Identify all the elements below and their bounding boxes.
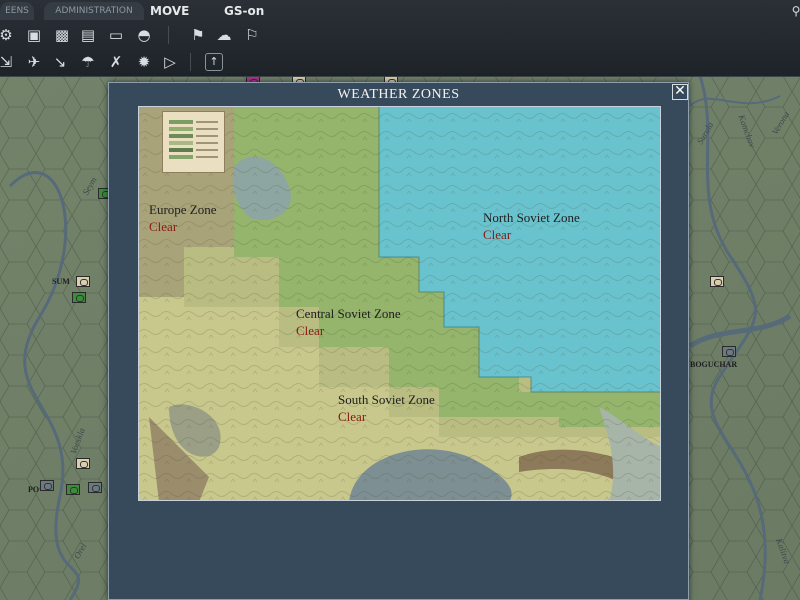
- city-label-sum: SUM: [52, 277, 70, 286]
- zone-central-soviet[interactable]: Central Soviet Zone Clear: [296, 305, 401, 339]
- tab-gs-on[interactable]: GS-on: [224, 2, 264, 20]
- unit-counter[interactable]: [88, 482, 102, 493]
- weather-zones-dialog: WEATHER ZONES ✕ Europe Zone Clear North …: [108, 82, 689, 600]
- toolbar-row-2: ⇲ ✈ ↘ ☂ ✗ ✹ ▷ ↑: [0, 49, 800, 75]
- air-icon[interactable]: ✈: [24, 52, 44, 72]
- settings-icon[interactable]: ⚙: [0, 25, 16, 45]
- hq-icon[interactable]: ◓: [134, 25, 154, 45]
- unit-counter[interactable]: [710, 276, 724, 287]
- zone-weather-status: Clear: [338, 409, 367, 424]
- zone-name: Central Soviet Zone: [296, 306, 401, 321]
- attack-icon[interactable]: ⇲: [0, 52, 16, 72]
- tab-screens[interactable]: EENS: [0, 2, 34, 20]
- zone-weather-status: Clear: [483, 227, 512, 242]
- close-button[interactable]: ✕: [672, 84, 688, 100]
- unit-counter[interactable]: [76, 276, 90, 287]
- toolbar-divider: [168, 26, 169, 44]
- unit-counter[interactable]: [66, 484, 80, 495]
- weather-zone-map[interactable]: Europe Zone Clear North Soviet Zone Clea…: [138, 106, 661, 501]
- flag-icon[interactable]: ⚐: [242, 25, 262, 45]
- top-toolbar: EENS ADMINISTRATION MOVE GS-on ⚲ ⚙ ▣ ▩ ▤…: [0, 0, 800, 77]
- city-label-boguchar: BOGUCHAR: [690, 360, 738, 369]
- truck-icon[interactable]: ▩: [52, 25, 72, 45]
- city-label-po: PO: [28, 485, 40, 494]
- map-legend-card: [162, 111, 225, 173]
- explosion-icon[interactable]: ✹: [134, 52, 154, 72]
- search-icon[interactable]: ⚲: [786, 1, 800, 21]
- toolbar-divider: [190, 53, 191, 71]
- zone-name: North Soviet Zone: [483, 210, 580, 225]
- zone-weather-status: Clear: [149, 219, 178, 234]
- weather-icon[interactable]: ☁: [214, 25, 234, 45]
- dialog-title: WEATHER ZONES: [337, 87, 460, 102]
- zone-europe[interactable]: Europe Zone Clear: [149, 201, 217, 235]
- frame-icon[interactable]: ▭: [106, 25, 126, 45]
- tactical-icon[interactable]: ✗: [106, 52, 126, 72]
- unit-icon[interactable]: ▣: [24, 25, 44, 45]
- zone-name: South Soviet Zone: [338, 392, 435, 407]
- tab-bar: EENS ADMINISTRATION MOVE GS-on ⚲: [0, 0, 800, 22]
- tab-administration[interactable]: ADMINISTRATION: [44, 2, 144, 20]
- zone-name: Europe Zone: [149, 202, 217, 217]
- play-icon[interactable]: ▷: [160, 52, 180, 72]
- unit-counter[interactable]: [72, 292, 86, 303]
- up-arrow-icon[interactable]: ↑: [205, 53, 223, 71]
- flag-report-icon[interactable]: ⚑: [188, 25, 208, 45]
- unit-counter[interactable]: [722, 346, 736, 357]
- bombard-icon[interactable]: ↘: [50, 52, 70, 72]
- zone-north-soviet[interactable]: North Soviet Zone Clear: [483, 209, 580, 243]
- paradrop-icon[interactable]: ☂: [78, 52, 98, 72]
- unit-counter[interactable]: [76, 458, 90, 469]
- zone-south-soviet[interactable]: South Soviet Zone Clear: [338, 391, 435, 425]
- tab-move[interactable]: MOVE: [150, 2, 189, 20]
- toolbar-row-1: ⚙ ▣ ▩ ▤ ▭ ◓ ⚑ ☁ ⚐: [0, 22, 800, 48]
- zone-weather-status: Clear: [296, 323, 325, 338]
- unit-counter[interactable]: [40, 480, 54, 491]
- factory-icon[interactable]: ▤: [78, 25, 98, 45]
